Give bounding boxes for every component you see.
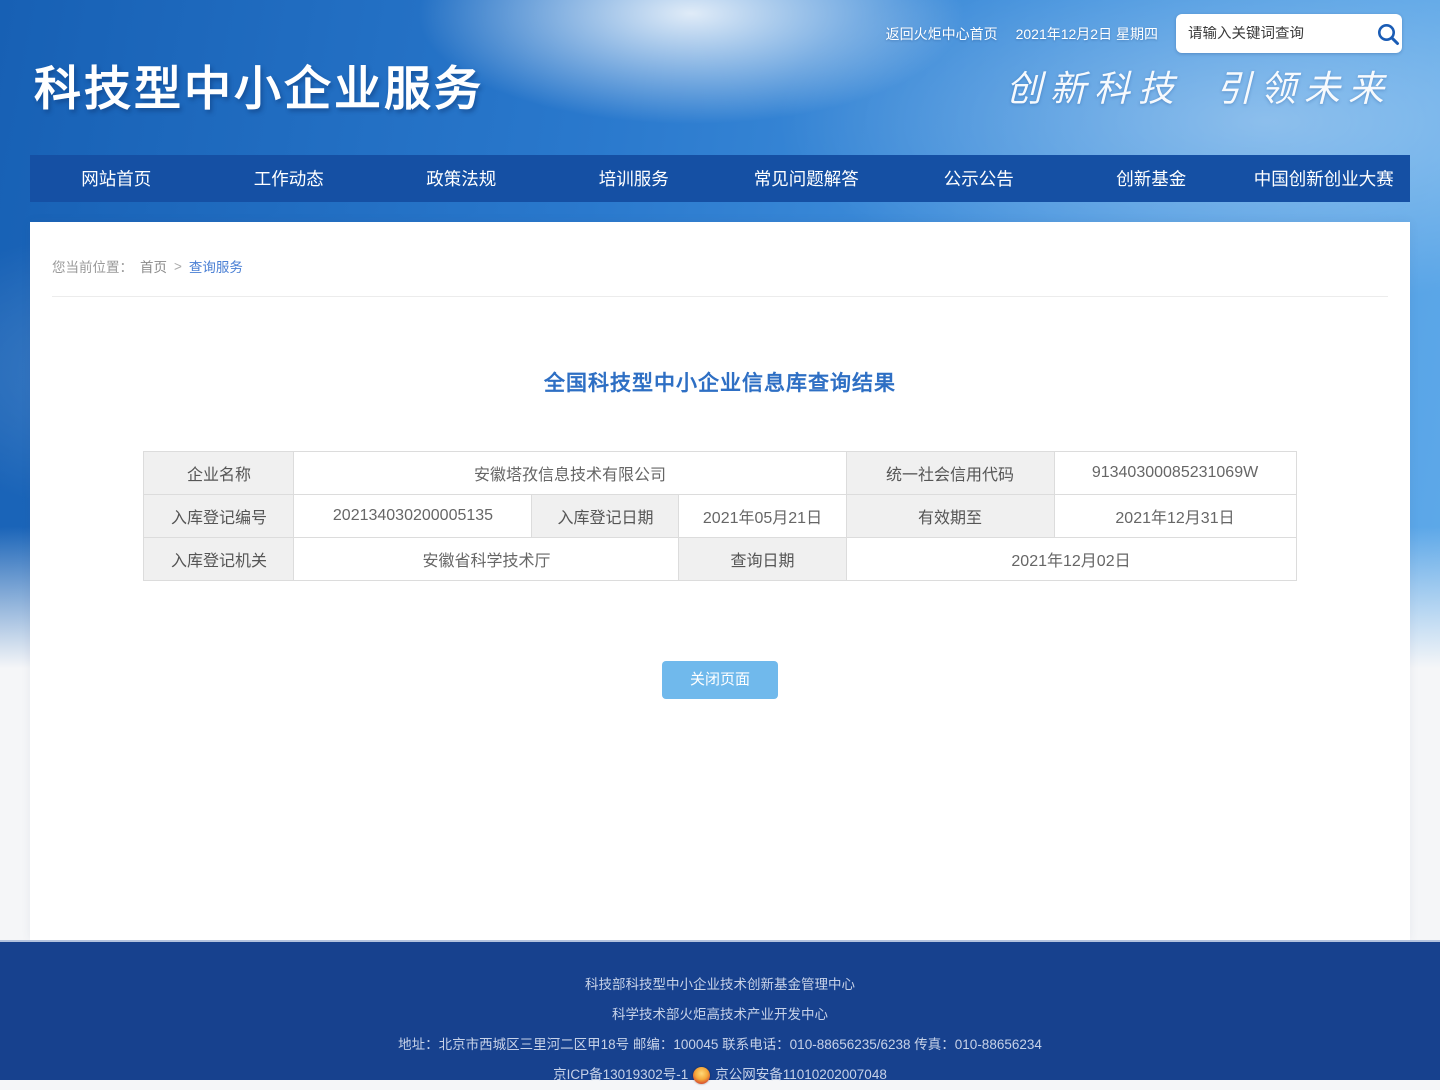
site-header: 科技型中小企业服务 返回火炬中心首页 2021年12月2日 星期四 创新科技引领… xyxy=(0,0,1440,155)
credit-code-value: 91340300085231069W xyxy=(1054,452,1296,495)
button-row: 关闭页面 xyxy=(30,661,1410,699)
main-nav: 网站首页 工作动态 政策法规 培训服务 常见问题解答 公示公告 创新基金 中国创… xyxy=(30,155,1410,202)
company-name-label: 企业名称 xyxy=(144,452,294,495)
breadcrumb: 您当前位置： 首页 > 查询服务 xyxy=(30,222,1410,276)
reg-date-value: 2021年05月21日 xyxy=(679,495,846,538)
credit-code-label: 统一社会信用代码 xyxy=(846,452,1054,495)
footer-org-line-2: 科学技术部火炬高技术产业开发中心 xyxy=(0,1000,1440,1030)
content-card: 您当前位置： 首页 > 查询服务 全国科技型中小企业信息库查询结果 企业名称 安… xyxy=(30,222,1410,940)
site-footer: 科技部科技型中小企业技术创新基金管理中心 科学技术部火炬高技术产业开发中心 地址… xyxy=(0,940,1440,1080)
search-icon[interactable] xyxy=(1375,21,1401,47)
search-box xyxy=(1176,14,1402,53)
footer-contact-line: 地址：北京市西城区三里河二区甲18号 邮编：100045 联系电话：010-88… xyxy=(0,1030,1440,1060)
query-date-value: 2021年12月02日 xyxy=(846,538,1296,581)
nav-item-policies[interactable]: 政策法规 xyxy=(375,155,548,202)
icp-link[interactable]: 京ICP备13019302号-1 xyxy=(553,1060,688,1090)
nav-item-training[interactable]: 培训服务 xyxy=(548,155,721,202)
table-row: 企业名称 安徽塔孜信息技术有限公司 统一社会信用代码 9134030008523… xyxy=(144,452,1296,495)
table-row: 入库登记编号 202134030200005135 入库登记日期 2021年05… xyxy=(144,495,1296,538)
page-title: 全国科技型中小企业信息库查询结果 xyxy=(30,367,1410,397)
nav-item-announcements[interactable]: 公示公告 xyxy=(893,155,1066,202)
company-name-value: 安徽塔孜信息技术有限公司 xyxy=(294,452,846,495)
public-security-link[interactable]: 京公网安备11010202007048 xyxy=(715,1060,887,1090)
search-input[interactable] xyxy=(1188,26,1375,42)
nav-item-home[interactable]: 网站首页 xyxy=(30,155,203,202)
nav-item-faq[interactable]: 常见问题解答 xyxy=(720,155,893,202)
reg-date-label: 入库登记日期 xyxy=(532,495,679,538)
breadcrumb-home-link[interactable]: 首页 xyxy=(140,256,167,276)
breadcrumb-divider xyxy=(52,296,1388,297)
reg-number-value: 202134030200005135 xyxy=(294,495,532,538)
header-top-right: 返回火炬中心首页 2021年12月2日 星期四 xyxy=(886,14,1402,53)
table-row: 入库登记机关 安徽省科学技术厅 查询日期 2021年12月02日 xyxy=(144,538,1296,581)
breadcrumb-current-link[interactable]: 查询服务 xyxy=(189,256,243,276)
nav-item-competition[interactable]: 中国创新创业大赛 xyxy=(1238,155,1411,202)
slogan-text: 创新科技引领未来 xyxy=(1006,60,1392,112)
valid-until-value: 2021年12月31日 xyxy=(1054,495,1296,538)
slogan-part1: 创新科技 xyxy=(1006,69,1182,110)
nav-item-innovation-fund[interactable]: 创新基金 xyxy=(1065,155,1238,202)
breadcrumb-prefix: 您当前位置： xyxy=(52,256,133,276)
reg-authority-value: 安徽省科学技术厅 xyxy=(294,538,679,581)
reg-authority-label: 入库登记机关 xyxy=(144,538,294,581)
current-date: 2021年12月2日 星期四 xyxy=(1016,24,1158,44)
torch-home-link[interactable]: 返回火炬中心首页 xyxy=(886,24,998,44)
query-date-label: 查询日期 xyxy=(679,538,846,581)
reg-number-label: 入库登记编号 xyxy=(144,495,294,538)
footer-org-line-1: 科技部科技型中小企业技术创新基金管理中心 xyxy=(0,970,1440,1000)
site-logo: 科技型中小企业服务 xyxy=(34,50,484,119)
result-table: 企业名称 安徽塔孜信息技术有限公司 统一社会信用代码 9134030008523… xyxy=(143,451,1296,581)
breadcrumb-separator: > xyxy=(174,259,182,274)
footer-beian-line: 京ICP备13019302号-1 京公网安备11010202007048 xyxy=(0,1060,1440,1090)
close-page-button[interactable]: 关闭页面 xyxy=(662,661,778,699)
public-security-badge-icon xyxy=(693,1067,710,1084)
slogan-part2: 引领未来 xyxy=(1216,69,1392,110)
valid-until-label: 有效期至 xyxy=(846,495,1054,538)
nav-item-work-news[interactable]: 工作动态 xyxy=(203,155,376,202)
